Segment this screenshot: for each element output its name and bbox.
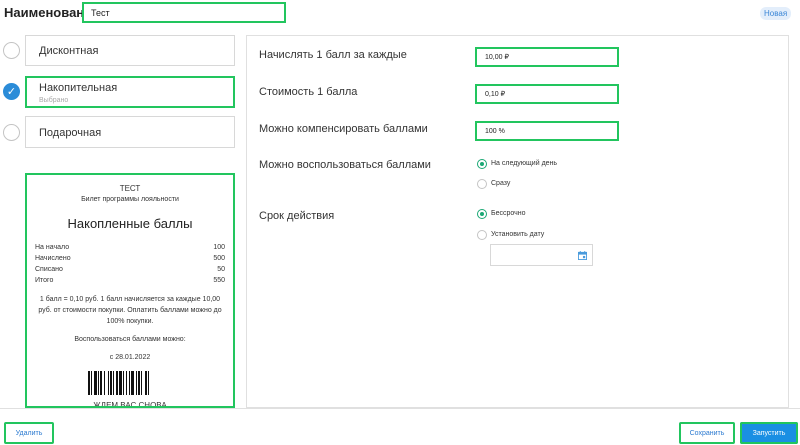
ticket-use-label: Воспользоваться баллами можно:: [74, 336, 186, 343]
validity-label: Срок действия: [259, 210, 335, 222]
accrual-label: Начислять 1 балл за каждые: [259, 49, 407, 61]
ticket-subtitle: Билет программы лояльности: [81, 196, 179, 203]
ticket-rows: На начало 100 Начислено 500 Списано 50 Итог…: [35, 242, 225, 286]
compensate-label: Можно компенсировать баллами: [259, 123, 428, 135]
footer-bar: Удалить Сохранить Запустить: [0, 408, 800, 445]
calendar-icon[interactable]: [578, 251, 587, 260]
ticket-row: Начислено 500: [35, 253, 225, 264]
row-value: 100: [213, 244, 225, 251]
cost-input[interactable]: [475, 84, 619, 104]
cost-label: Стоимость 1 балла: [259, 86, 358, 98]
radio-next-day[interactable]: [477, 159, 487, 169]
row-label: Начислено: [35, 255, 71, 262]
radio-immediately-label[interactable]: Сразу: [491, 180, 510, 187]
accrual-input[interactable]: [475, 47, 619, 67]
type-option-title: Дисконтная: [39, 45, 99, 57]
barcode: [88, 371, 149, 395]
type-option-subtitle: Выбрано: [39, 97, 69, 104]
row-label: Итого: [35, 277, 54, 284]
row-label: Списано: [35, 266, 63, 273]
type-option-title: Подарочная: [39, 127, 102, 139]
row-value: 50: [217, 266, 225, 273]
radio-immediately[interactable]: [477, 179, 487, 189]
ticket-use-date: с 28.01.2022: [109, 354, 151, 361]
type-option-accumulative[interactable]: Накопительная Выбрано: [25, 76, 235, 108]
ticket-name: ТЕСТ: [119, 184, 141, 193]
radio-unlimited-label[interactable]: Бессрочно: [491, 210, 526, 217]
run-button[interactable]: Запустить: [740, 422, 798, 444]
row-value: 550: [213, 277, 225, 284]
ticket-description: 1 балл = 0,10 руб. 1 балл начисляется за…: [38, 296, 222, 325]
row-value: 500: [213, 255, 225, 262]
save-button[interactable]: Сохранить: [679, 422, 735, 444]
delete-button[interactable]: Удалить: [4, 422, 54, 444]
compensate-input[interactable]: [475, 121, 619, 141]
radio-set-date-label[interactable]: Установить дату: [491, 231, 544, 238]
type-option-gift[interactable]: Подарочная: [25, 116, 235, 148]
radio-unlimited[interactable]: [477, 209, 487, 219]
name-input[interactable]: [82, 2, 286, 23]
ticket-row: Итого 550: [35, 275, 225, 286]
radio-next-day-label[interactable]: На следующий день: [491, 160, 557, 167]
use-label: Можно воспользоваться баллами: [259, 159, 431, 171]
type-option-discount[interactable]: Дисконтная: [25, 35, 235, 66]
row-label: На начало: [35, 244, 70, 251]
ticket-row: На начало 100: [35, 242, 225, 253]
radio-type-gift[interactable]: [3, 124, 20, 141]
radio-type-discount[interactable]: [3, 42, 20, 59]
status-badge: Новая: [760, 7, 792, 20]
date-input[interactable]: [490, 244, 593, 266]
radio-type-accumulative[interactable]: ✓: [3, 83, 20, 100]
ticket-row: Списано 50: [35, 264, 225, 275]
ticket-heading: Накопленные баллы: [67, 216, 193, 231]
check-icon: ✓: [6, 86, 17, 98]
ticket-preview: ТЕСТ Билет программы лояльности Накоплен…: [25, 173, 235, 410]
radio-set-date[interactable]: [477, 230, 487, 240]
type-option-title: Накопительная: [39, 82, 118, 94]
